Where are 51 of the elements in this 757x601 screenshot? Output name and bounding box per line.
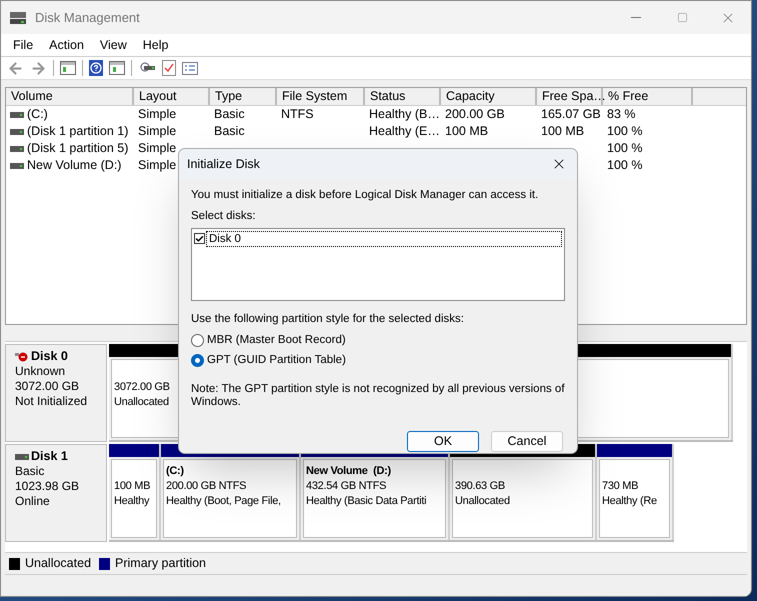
disk-info: 3072.00 GB [15,379,80,394]
table-cell-text: Simple [138,123,176,140]
partition-text: Unallocated [114,395,169,410]
disk-info: Basic [15,464,46,479]
disk-name: Disk 1 [31,449,68,464]
table-cell-text: 100 MB [445,123,488,140]
table-cell-text: 83 % [607,106,636,124]
partition-text: Healthy (Basic Data Partiti [306,494,426,509]
partition-title: New Volume (D:) [306,464,391,479]
table-cell-text: 100 % [607,123,642,140]
partition-text: Healthy (Re [602,494,657,509]
table-cell-text: 100 % [607,157,642,174]
table-cell-text: 165.07 GB [541,106,601,124]
table-cell-text: (C:) [27,106,48,124]
table-cell-text: 100 MB [541,123,584,140]
disk-info: Not Initialized [15,394,88,409]
partition-text: Healthy (Boot, Page File, [166,494,281,509]
disk-info: Unknown [15,364,66,379]
dialog-note: Note: The GPT partition style is not recognized by all previous versions of Windows. [191,383,566,410]
partition-text: 200.00 GB NTFS [166,479,246,494]
table-cell-text: Simple [138,157,176,174]
table-cell-text: 100 % [607,140,642,158]
table-cell-text: Simple [138,140,176,158]
disk-name: Disk 0 [31,349,68,364]
disk-info: Online [15,494,51,509]
legend-label: Unallocated [25,555,92,572]
partition-text: Unallocated [455,494,510,509]
table-cell-text: Healthy (B… [369,106,440,124]
legend-label: Primary partition [115,555,206,572]
select-disks-label: Select disks: [191,209,257,224]
table-cell-text: 200.00 GB [445,106,505,124]
table-cell-text: Basic [214,123,245,140]
window-title: Disk Management [35,8,140,27]
table-cell-text: NTFS [281,106,314,124]
partition-text: 3072.00 GB [114,380,170,395]
partition-text: 730 MB [602,479,638,494]
disk-info: 1023.98 GB [15,479,80,494]
table-cell-text: Healthy (E… [369,123,440,140]
partition-style-label: Use the following partition style for the selected disks: [191,312,465,326]
table-cell-text: New Volume (D:) [27,157,122,174]
table-cell-text: (Disk 1 partition 1) [27,123,128,140]
table-cell-text: (Disk 1 partition 5) [27,140,128,158]
dialog-title: Initialize Disk [187,156,260,173]
partition-text: Healthy [114,494,150,509]
partition-text: 390.63 GB [455,479,505,494]
dialog-message: You must initialize a disk before Logical Disk Manager can access it. [191,188,540,203]
table-cell-text: Simple [138,106,176,124]
partition-text: 432.54 GB NTFS [306,479,386,494]
partition-title: (C:) [166,464,184,479]
partition-text: 100 MB [114,479,150,494]
table-cell-text: Basic [214,106,245,124]
